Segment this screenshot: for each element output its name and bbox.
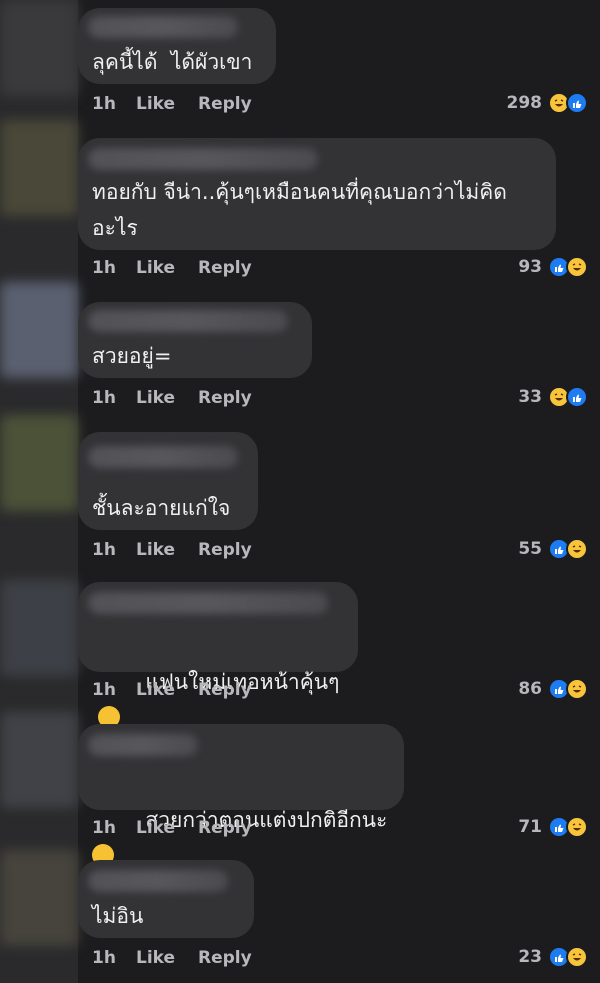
comment-bubble[interactable]: ลุคนี้ได้ ได้ผัวเขา	[78, 8, 276, 84]
timestamp: 1h	[92, 540, 116, 560]
reply-button[interactable]: Reply	[198, 680, 252, 700]
like-button[interactable]: Like	[136, 258, 198, 278]
comment-text: ทอยกับ จีน่า..คุ้นๆเหมือนคนที่คุณบอกว่าไ…	[92, 180, 507, 240]
comment-actions: 1h Like Reply	[92, 94, 252, 114]
timestamp: 1h	[92, 258, 116, 278]
reaction-summary[interactable]: 23	[518, 946, 588, 968]
comment-item: แฟนใหม่เทอหน้าคุ้นๆ 1h Like Reply 86	[78, 582, 600, 728]
haha-icon	[566, 816, 588, 838]
avatar[interactable]	[0, 0, 78, 96]
like-icon	[566, 386, 588, 408]
reaction-count: 298	[506, 93, 543, 113]
like-button[interactable]: Like	[136, 94, 198, 114]
avatar[interactable]	[0, 580, 78, 676]
comment-actions: 1h Like Reply	[92, 388, 252, 408]
commenter-name[interactable]	[88, 310, 288, 332]
commenter-name[interactable]	[88, 592, 328, 614]
avatar[interactable]	[0, 415, 78, 511]
reaction-summary[interactable]: 33	[518, 386, 588, 408]
comment-text: ลุคนี้ได้ ได้ผัวเขา	[92, 50, 253, 74]
avatar[interactable]	[0, 712, 78, 808]
avatar[interactable]	[0, 282, 78, 378]
comment-text: สวยอยู่=	[92, 344, 172, 368]
commenter-name[interactable]	[88, 734, 198, 756]
reaction-summary[interactable]: 71	[518, 816, 588, 838]
timestamp: 1h	[92, 948, 116, 968]
comment-actions: 1h Like Reply	[92, 258, 252, 278]
comment-actions: 1h Like Reply	[92, 680, 252, 700]
comment-actions: 1h Like Reply	[92, 948, 252, 968]
comment-actions: 1h Like Reply	[92, 818, 252, 838]
like-icon	[566, 92, 588, 114]
commenter-name[interactable]	[88, 446, 238, 468]
comment-item: ลุคนี้ได้ ได้ผัวเขา 1h Like Reply 298	[78, 8, 600, 128]
reaction-summary[interactable]: 298	[506, 92, 588, 114]
comment-item: สวยอยู่= 1h Like Reply 33	[78, 302, 600, 412]
comment-item: ไม่อิน 1h Like Reply 23	[78, 860, 600, 983]
comment-item: ทอยกับ จีน่า..คุ้นๆเหมือนคนที่คุณบอกว่าไ…	[78, 138, 600, 288]
reply-button[interactable]: Reply	[198, 94, 252, 114]
comment-bubble[interactable]: ไม่อิน	[78, 860, 254, 938]
timestamp: 1h	[92, 388, 116, 408]
like-button[interactable]: Like	[136, 818, 198, 838]
comment-bubble[interactable]: แฟนใหม่เทอหน้าคุ้นๆ	[78, 582, 358, 728]
comment-bubble[interactable]: สวยอยู่=	[78, 302, 312, 378]
comment-item: สวยกว่าตอนแต่งปกติอีกนะ 1h Like Reply 71	[78, 724, 600, 866]
timestamp: 1h	[92, 818, 116, 838]
reply-button[interactable]: Reply	[198, 818, 252, 838]
reaction-count: 86	[518, 679, 542, 699]
reaction-count: 23	[518, 947, 542, 967]
avatar[interactable]	[0, 120, 78, 216]
like-button[interactable]: Like	[136, 948, 198, 968]
commenter-name[interactable]	[88, 16, 238, 38]
haha-icon	[566, 946, 588, 968]
haha-icon	[566, 538, 588, 560]
reaction-count: 55	[518, 539, 542, 559]
comment-text: ไม่อิน	[92, 904, 144, 928]
reaction-summary[interactable]: 86	[518, 678, 588, 700]
avatar[interactable]	[0, 850, 78, 946]
commenter-name[interactable]	[88, 148, 318, 170]
haha-icon	[566, 256, 588, 278]
like-button[interactable]: Like	[136, 540, 198, 560]
avatar-column	[0, 0, 78, 983]
haha-icon	[566, 678, 588, 700]
comment-bubble[interactable]: ชั้นละอายแก่ใจ	[78, 432, 258, 530]
reply-button[interactable]: Reply	[198, 388, 252, 408]
reaction-count: 71	[518, 817, 542, 837]
comment-text: ชั้นละอายแก่ใจ	[92, 496, 231, 520]
comment-item: ชั้นละอายแก่ใจ 1h Like Reply 55	[78, 432, 600, 572]
like-button[interactable]: Like	[136, 388, 198, 408]
comment-actions: 1h Like Reply	[92, 540, 252, 560]
timestamp: 1h	[92, 680, 116, 700]
comment-thread: ลุคนี้ได้ ได้ผัวเขา 1h Like Reply 298 ทอ…	[0, 0, 600, 983]
reply-button[interactable]: Reply	[198, 540, 252, 560]
reaction-count: 93	[518, 257, 542, 277]
timestamp: 1h	[92, 94, 116, 114]
commenter-name[interactable]	[88, 870, 228, 892]
reaction-summary[interactable]: 55	[518, 538, 588, 560]
like-button[interactable]: Like	[136, 680, 198, 700]
comment-bubble[interactable]: สวยกว่าตอนแต่งปกติอีกนะ	[78, 724, 404, 866]
reply-button[interactable]: Reply	[198, 258, 252, 278]
reply-button[interactable]: Reply	[198, 948, 252, 968]
reaction-count: 33	[518, 387, 542, 407]
reaction-summary[interactable]: 93	[518, 256, 588, 278]
comment-bubble[interactable]: ทอยกับ จีน่า..คุ้นๆเหมือนคนที่คุณบอกว่าไ…	[78, 138, 556, 250]
